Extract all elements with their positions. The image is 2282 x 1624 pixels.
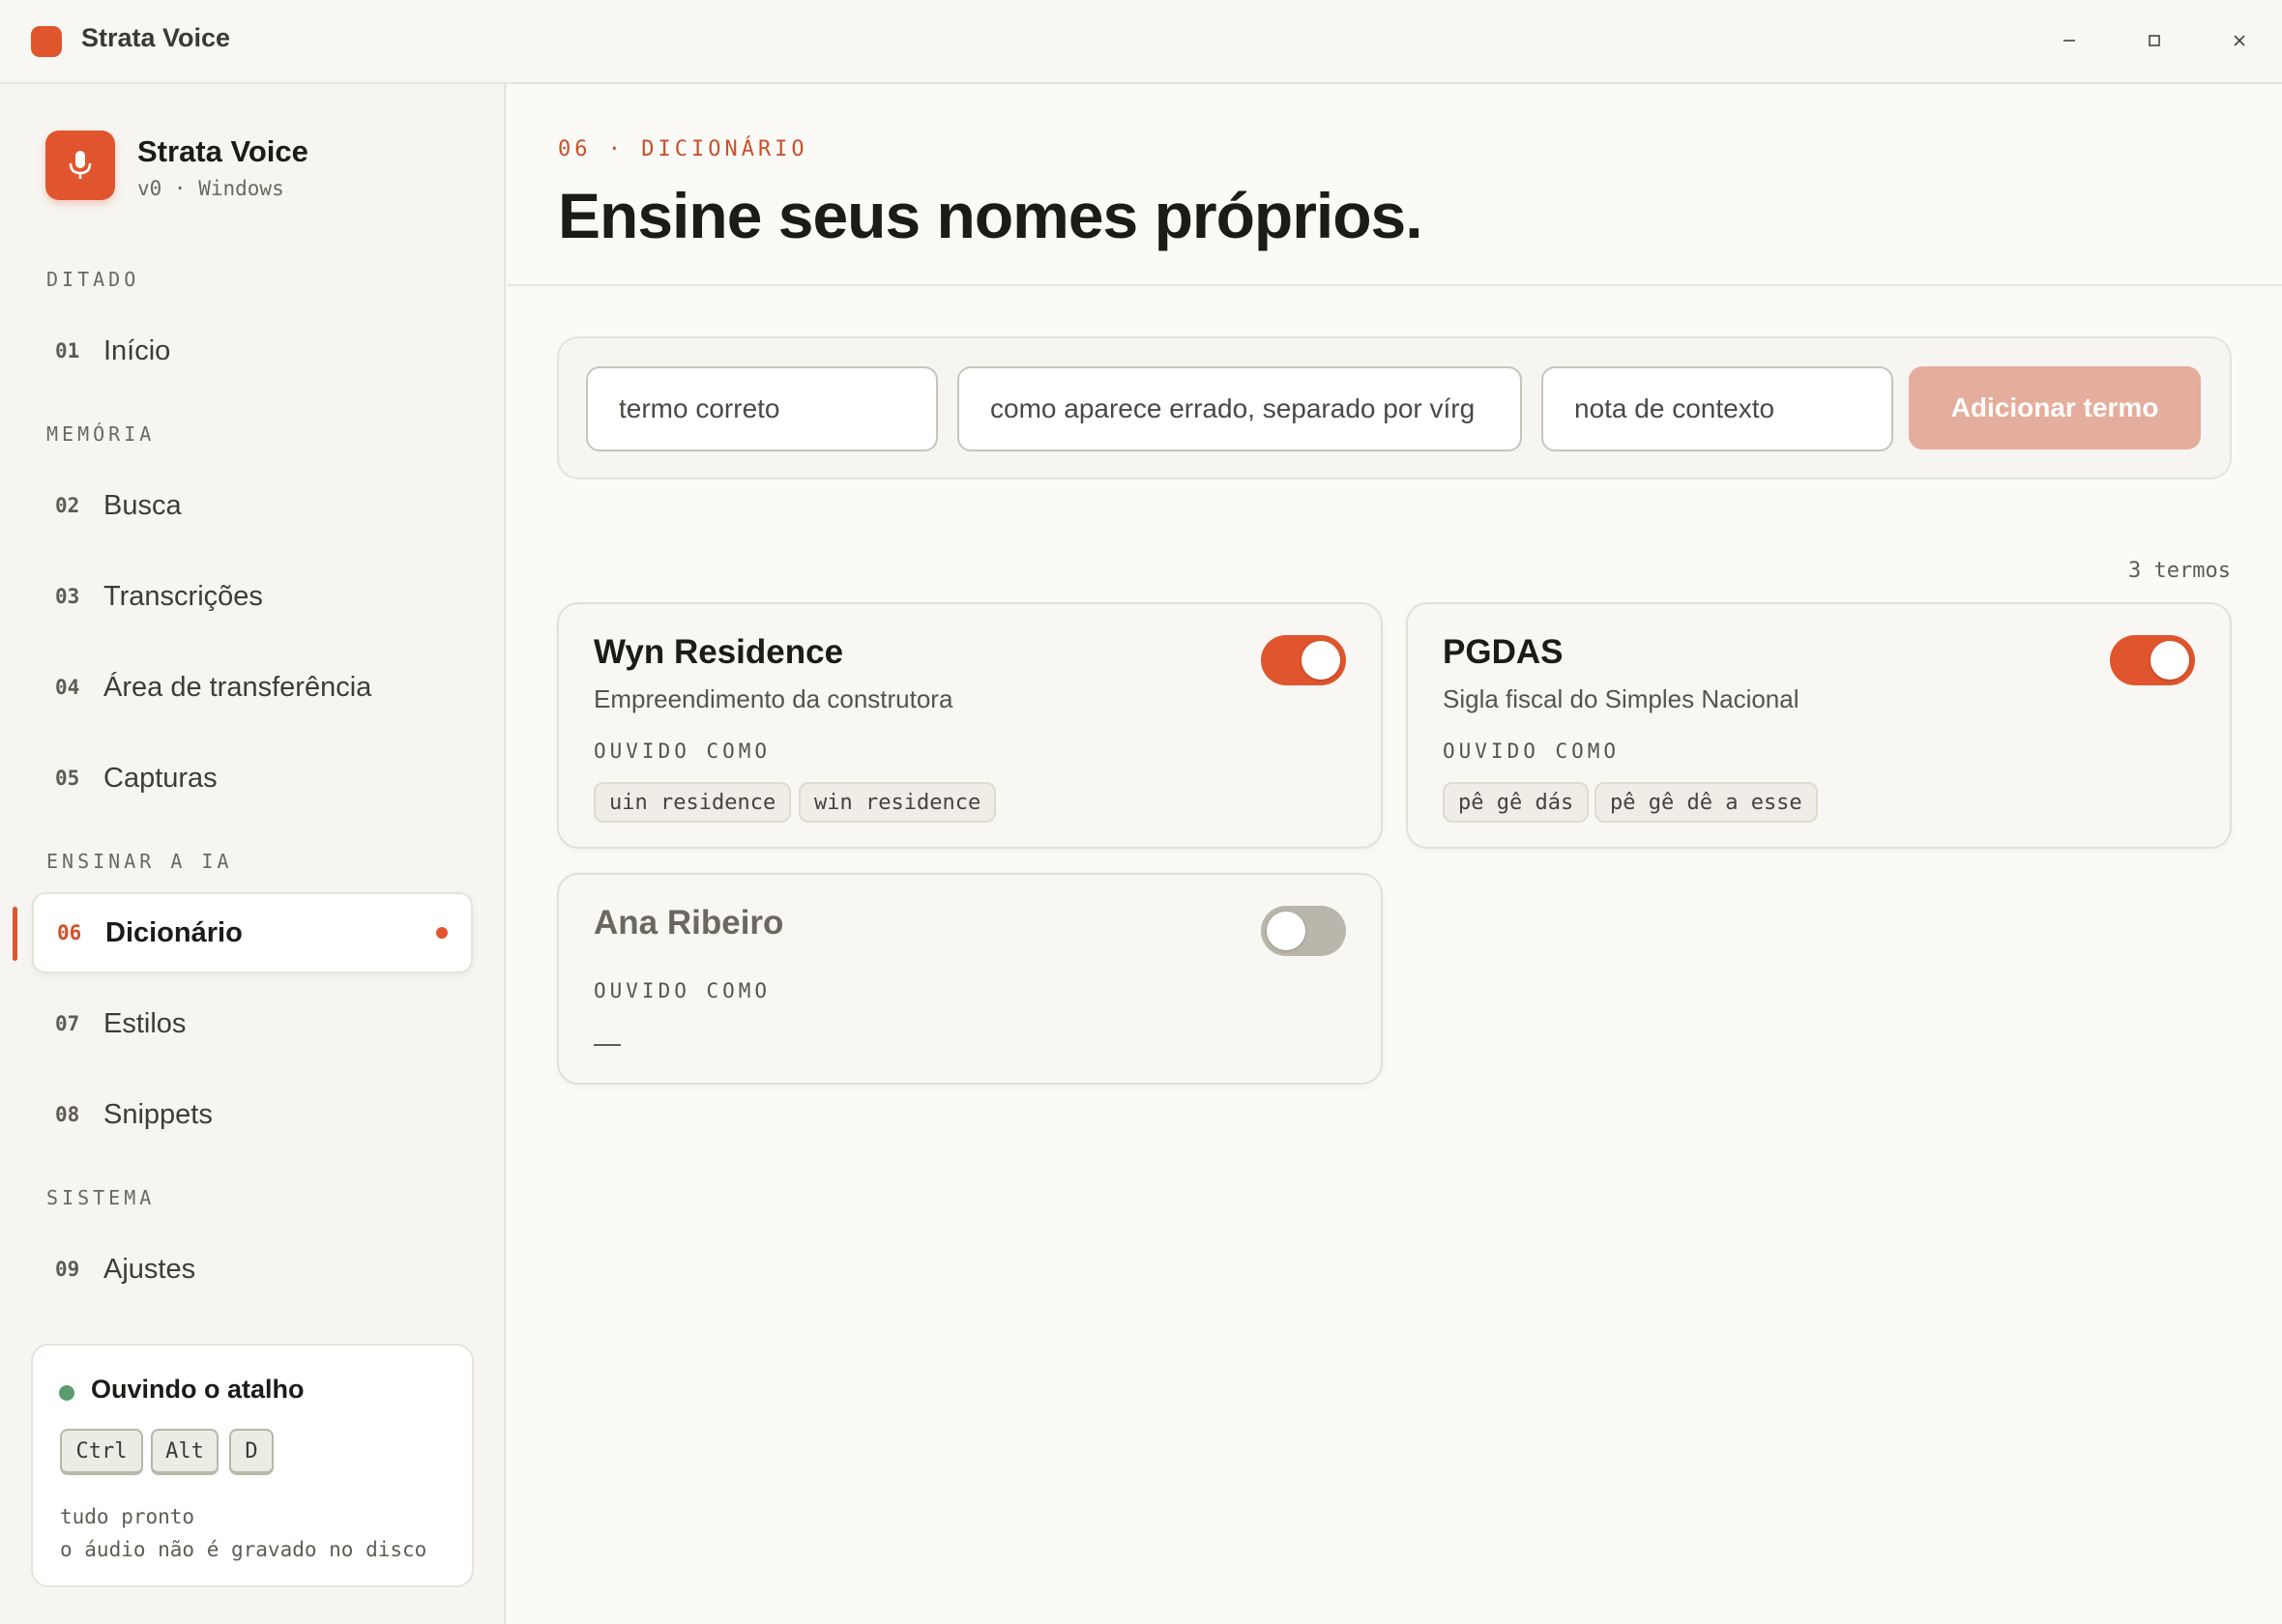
heard-as-label: OUVIDO COMO (594, 740, 772, 763)
toggle-knob (1302, 641, 1340, 680)
term-name: Ana Ribeiro (594, 904, 784, 942)
add-term-button[interactable]: Adicionar termo (1909, 366, 2201, 450)
term-name: Wyn Residence (594, 633, 844, 671)
section-label-sistema: SISTEMA (46, 1186, 156, 1209)
sidebar-item-number: 03 (55, 585, 80, 608)
brand-version: v0 · Windows (137, 177, 284, 200)
status-line-ready: tudo pronto (60, 1505, 195, 1528)
section-label-ensinar: ENSINAR A IA (46, 850, 233, 873)
sidebar-item-label: Ajustes (103, 1253, 196, 1285)
shortcut-status-card: Ouvindo o atalho Ctrl Alt D tudo pronto … (31, 1344, 474, 1587)
brand-name: Strata Voice (137, 134, 308, 168)
term-input[interactable]: termo correto (586, 366, 938, 451)
sidebar-item-snippets[interactable]: 08 Snippets (32, 1074, 473, 1155)
heard-as-chip: uin residence (594, 782, 792, 823)
sidebar-item-dicionario[interactable]: 06 Dicionário (32, 892, 473, 973)
key-ctrl: Ctrl (60, 1429, 143, 1475)
sidebar-item-label: Área de transferência (103, 671, 372, 703)
sidebar-item-label: Dicionário (105, 916, 243, 948)
context-note-input[interactable]: nota de contexto (1541, 366, 1893, 451)
sidebar-item-inicio[interactable]: 01 Início (32, 310, 473, 392)
minimize-icon[interactable] (2050, 21, 2089, 60)
window-title: Strata Voice (81, 23, 231, 52)
sidebar-item-ajustes[interactable]: 09 Ajustes (32, 1229, 473, 1310)
active-dot (436, 927, 448, 939)
heard-as-chip: pê gê dás (1443, 782, 1590, 823)
sidebar: Strata Voice v0 · Windows DITADO 01 Iníc… (0, 84, 506, 1624)
section-label-ditado: DITADO (46, 268, 140, 291)
sidebar-item-label: Capturas (103, 762, 218, 794)
heard-as-chip: pê gê dê a esse (1594, 782, 1818, 823)
sidebar-item-number: 02 (55, 494, 80, 517)
term-enabled-toggle[interactable] (2110, 635, 2195, 685)
key-d: D (229, 1429, 274, 1475)
sidebar-item-label: Busca (103, 489, 182, 521)
term-enabled-toggle[interactable] (1261, 906, 1346, 956)
term-note: Sigla fiscal do Simples Nacional (1443, 684, 1799, 713)
sidebar-item-busca[interactable]: 02 Busca (32, 465, 473, 546)
maximize-icon[interactable] (2135, 21, 2174, 60)
toggle-knob (1267, 912, 1305, 950)
sidebar-item-number: 01 (55, 339, 80, 362)
status-dot (59, 1385, 74, 1401)
add-term-form: termo correto como aparece errado, separ… (557, 336, 2232, 479)
main-content: 06 · DICIONÁRIO Ensine seus nomes própri… (508, 84, 2282, 1624)
sidebar-item-estilos[interactable]: 07 Estilos (32, 983, 473, 1064)
term-card-ana-ribeiro: Ana Ribeiro OUVIDO COMO — (557, 873, 1383, 1085)
page-eyebrow: 06 · DICIONÁRIO (558, 137, 808, 161)
sidebar-item-label: Estilos (103, 1007, 187, 1039)
heard-as-empty: — (594, 1028, 621, 1058)
section-label-memoria: MEMÓRIA (46, 422, 156, 446)
sidebar-item-number: 05 (55, 767, 80, 790)
misheard-input[interactable]: como aparece errado, separado por vírg (957, 366, 1522, 451)
sidebar-item-transcricoes[interactable]: 03 Transcrições (32, 556, 473, 637)
term-count: 3 termos (2128, 559, 2231, 583)
heard-as-chip: win residence (799, 782, 997, 823)
active-indicator (13, 907, 17, 961)
sidebar-item-label: Snippets (103, 1098, 213, 1130)
sidebar-item-number: 07 (55, 1012, 80, 1035)
close-icon[interactable] (2220, 21, 2259, 60)
term-name: PGDAS (1443, 633, 1564, 671)
sidebar-item-number: 09 (55, 1258, 80, 1281)
heard-as-label: OUVIDO COMO (594, 979, 772, 1002)
sidebar-item-area-de-transferencia[interactable]: 04 Área de transferência (32, 647, 473, 728)
sidebar-item-label: Transcrições (103, 580, 263, 612)
sidebar-item-number: 04 (55, 676, 80, 699)
microphone-icon (45, 130, 115, 200)
sidebar-item-number: 06 (57, 921, 82, 944)
title-bar: Strata Voice (0, 0, 2282, 84)
app-logo-icon (31, 26, 62, 57)
sidebar-item-capturas[interactable]: 05 Capturas (32, 738, 473, 819)
term-card-pgdas: PGDAS Sigla fiscal do Simples Nacional O… (1406, 602, 2232, 849)
term-enabled-toggle[interactable] (1261, 635, 1346, 685)
status-line-privacy: o áudio não é gravado no disco (60, 1538, 427, 1561)
toggle-knob (2150, 641, 2189, 680)
term-note: Empreendimento da construtora (594, 684, 953, 713)
status-title: Ouvindo o atalho (91, 1375, 305, 1404)
page-title: Ensine seus nomes próprios. (558, 180, 1423, 251)
sidebar-item-label: Início (103, 334, 171, 366)
header-divider (508, 284, 2282, 286)
sidebar-item-number: 08 (55, 1103, 80, 1126)
heard-as-label: OUVIDO COMO (1443, 740, 1621, 763)
term-card-wyn-residence: Wyn Residence Empreendimento da construt… (557, 602, 1383, 849)
key-alt: Alt (151, 1429, 219, 1475)
